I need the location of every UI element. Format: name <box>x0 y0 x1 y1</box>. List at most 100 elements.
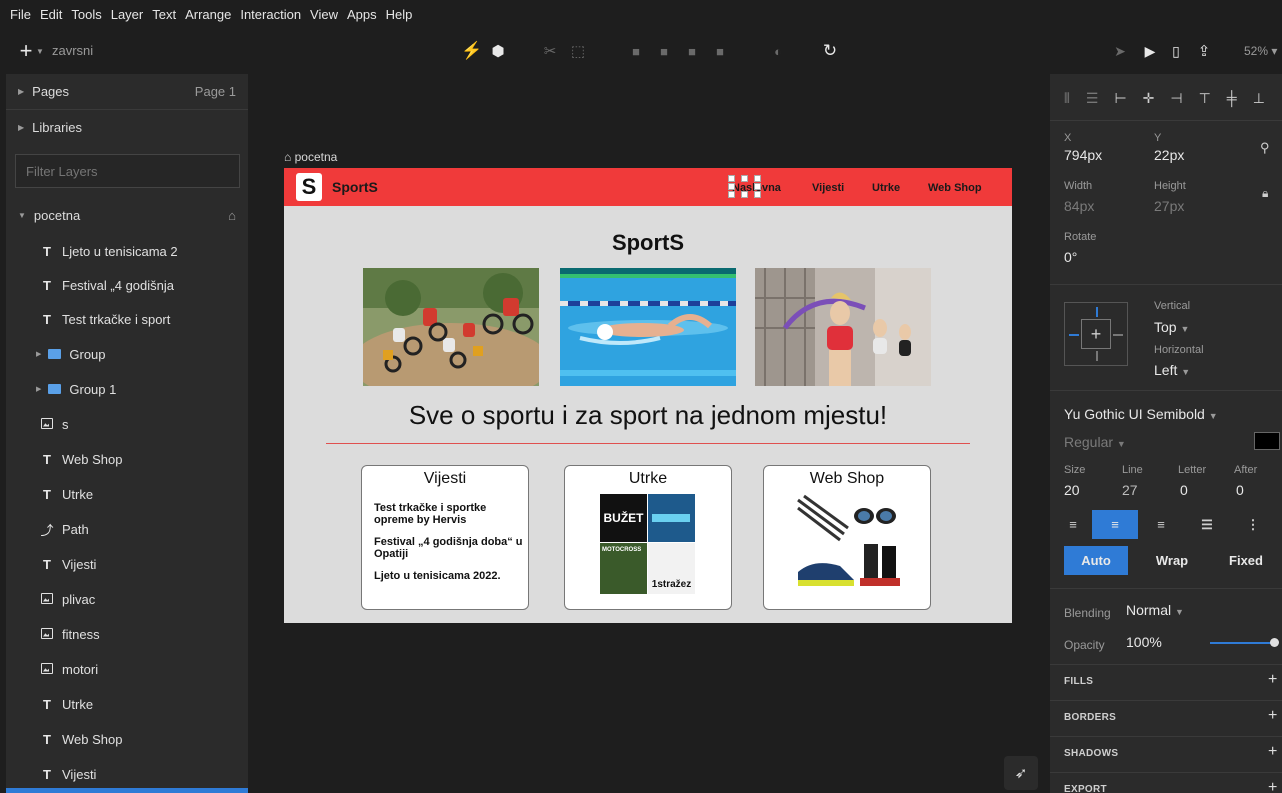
send-back-icon[interactable]: ■ <box>710 28 730 74</box>
after-value[interactable]: 0 <box>1236 482 1244 498</box>
align-top-icon[interactable]: ⊤ <box>1199 90 1211 107</box>
motocross-poster[interactable]: MOTOCROSS <box>600 543 647 594</box>
news-item[interactable]: Test trkačke i sportke opreme by Hervis <box>374 502 524 526</box>
news-card[interactable]: Vijesti Test trkačke i sportke opreme by… <box>361 465 529 610</box>
component-icon[interactable]: ⬢ <box>488 28 508 74</box>
opacity-value[interactable]: 100% <box>1126 634 1162 650</box>
menu-tools[interactable]: Tools <box>71 7 101 22</box>
device-preview-icon[interactable]: ▯ <box>1166 28 1186 74</box>
tagline[interactable]: Sve o sportu i za sport na jednom mjestu… <box>284 400 1012 431</box>
constraint-top-icon[interactable] <box>1096 307 1098 317</box>
add-icon[interactable]: + <box>14 28 38 74</box>
motocross-photo[interactable] <box>363 268 539 386</box>
align-middle-icon[interactable]: ╪ <box>1227 90 1237 106</box>
site-title[interactable]: SportS <box>284 230 1012 256</box>
bring-forward-icon[interactable]: ■ <box>626 28 646 74</box>
menu-interaction[interactable]: Interaction <box>240 7 301 22</box>
distribute-vertical-icon[interactable]: ☰ <box>1086 90 1099 107</box>
layer-item[interactable]: T Web Shop <box>6 722 248 756</box>
height-value[interactable]: 27px <box>1154 198 1184 214</box>
opacity-slider-knob[interactable] <box>1270 638 1279 647</box>
opacity-slider[interactable] <box>1210 638 1279 647</box>
text-align-center-icon[interactable]: ≡ <box>1092 510 1138 539</box>
menu-text[interactable]: Text <box>152 7 176 22</box>
blending-select[interactable]: Normal ▼ <box>1126 602 1184 618</box>
layer-item[interactable]: T Vijesti <box>6 757 248 791</box>
bring-front-icon[interactable]: ■ <box>654 28 674 74</box>
constraint-bottom-icon[interactable] <box>1096 351 1098 361</box>
size-value[interactable]: 20 <box>1064 482 1080 498</box>
layer-item[interactable]: ▶ Group 1 <box>6 372 248 406</box>
layer-item[interactable]: T Festival „4 godišnja <box>6 268 248 302</box>
play-icon[interactable]: ▶ <box>1140 28 1160 74</box>
menu-layer[interactable]: Layer <box>111 7 144 22</box>
add-fill-icon[interactable]: + <box>1268 671 1277 689</box>
letter-value[interactable]: 0 <box>1180 482 1188 498</box>
add-export-icon[interactable]: + <box>1268 779 1277 793</box>
divider-line[interactable] <box>326 443 970 444</box>
chevron-down-icon[interactable]: ▼ <box>36 28 44 74</box>
layer-item[interactable]: T Utrke <box>6 687 248 721</box>
news-item[interactable]: Festival „4 godišnja doba“ u Opatiji <box>374 536 524 560</box>
buzet-logo[interactable]: BUŽET <box>600 494 647 542</box>
document-title[interactable]: zavrsni <box>52 43 93 58</box>
text-align-left-icon[interactable]: ≡ <box>1054 510 1092 539</box>
pages-row[interactable]: ▶ Pages Page 1 <box>6 74 248 109</box>
layer-item[interactable]: T Vijesti <box>6 547 248 581</box>
scissors-icon[interactable]: ✂ <box>540 28 560 74</box>
share-icon[interactable]: ⇪ <box>1194 28 1214 74</box>
libraries-row[interactable]: ▶ Libraries <box>6 110 248 145</box>
rotate-value[interactable]: 0° <box>1064 249 1077 265</box>
frame-icon[interactable]: ⬚ <box>568 28 588 74</box>
layer-item[interactable]: ⤴ Path <box>6 512 248 546</box>
layer-item[interactable]: fitness <box>6 617 248 651</box>
fitness-photo[interactable] <box>755 268 931 386</box>
rocket-icon[interactable]: ➶ <box>1004 756 1038 790</box>
horizontal-select[interactable]: Left ▼ <box>1154 362 1190 378</box>
text-color-swatch[interactable] <box>1254 432 1280 450</box>
menu-help[interactable]: Help <box>386 7 413 22</box>
selection-handles[interactable] <box>728 175 761 198</box>
text-align-justify-icon[interactable]: ☰ <box>1184 510 1230 539</box>
x-value[interactable]: 794px <box>1064 147 1102 163</box>
swimmer-photo[interactable] <box>560 268 736 386</box>
export-section[interactable]: EXPORT <box>1064 784 1107 793</box>
more-options-icon[interactable]: ⋮ <box>1230 510 1276 539</box>
layer-item[interactable]: ▶ Group <box>6 337 248 371</box>
menu-view[interactable]: View <box>310 7 338 22</box>
sizing-auto-button[interactable]: Auto <box>1064 546 1128 575</box>
width-value[interactable]: 84px <box>1064 198 1094 214</box>
layer-item[interactable]: plivac <box>6 582 248 616</box>
send-backward-icon[interactable]: ■ <box>682 28 702 74</box>
layer-item[interactable]: T Web Shop <box>6 442 248 476</box>
constraint-right-icon[interactable] <box>1113 334 1123 336</box>
menu-file[interactable]: File <box>10 7 31 22</box>
layer-item[interactable]: T Utrke <box>6 477 248 511</box>
istrazez-logo[interactable]: 1stražez <box>648 543 695 594</box>
align-left-icon[interactable]: ⊢ <box>1114 90 1126 107</box>
line-value[interactable]: 27 <box>1122 482 1138 498</box>
races-card[interactable]: Utrke BUŽET MOTOCROSS 1stražez <box>564 465 732 610</box>
lock-icon[interactable]: 🔒︎ <box>1262 186 1268 201</box>
news-item[interactable]: Ljeto u tenisicama 2022. <box>374 570 524 582</box>
artboard[interactable]: S SportS Naslovna Vijesti Utrke Web Shop… <box>284 168 1012 623</box>
layer-item[interactable]: motori <box>6 652 248 686</box>
constraint-center-icon[interactable]: + <box>1081 319 1111 349</box>
align-right-icon[interactable]: ⊣ <box>1170 90 1182 107</box>
zoom-level[interactable]: 52% ▾ <box>1244 44 1277 58</box>
nav-utrke[interactable]: Utrke <box>872 182 900 194</box>
mask-icon[interactable]: ◐ <box>768 28 788 74</box>
webshop-card[interactable]: Web Shop <box>763 465 931 610</box>
font-weight-select[interactable]: Regular ▼ <box>1064 434 1126 450</box>
nav-vijesti[interactable]: Vijesti <box>812 182 844 194</box>
add-border-icon[interactable]: + <box>1268 707 1277 725</box>
filter-layers-input[interactable] <box>15 154 240 188</box>
menu-arrange[interactable]: Arrange <box>185 7 231 22</box>
shadows-section[interactable]: SHADOWS <box>1064 748 1118 759</box>
add-shadow-icon[interactable]: + <box>1268 743 1277 761</box>
pin-icon[interactable]: ⚲ <box>1260 140 1270 156</box>
borders-section[interactable]: BORDERS <box>1064 712 1116 723</box>
constraints-widget[interactable]: + <box>1064 302 1128 366</box>
align-bottom-icon[interactable]: ⊥ <box>1253 90 1265 107</box>
logo-icon[interactable]: S <box>296 173 322 201</box>
